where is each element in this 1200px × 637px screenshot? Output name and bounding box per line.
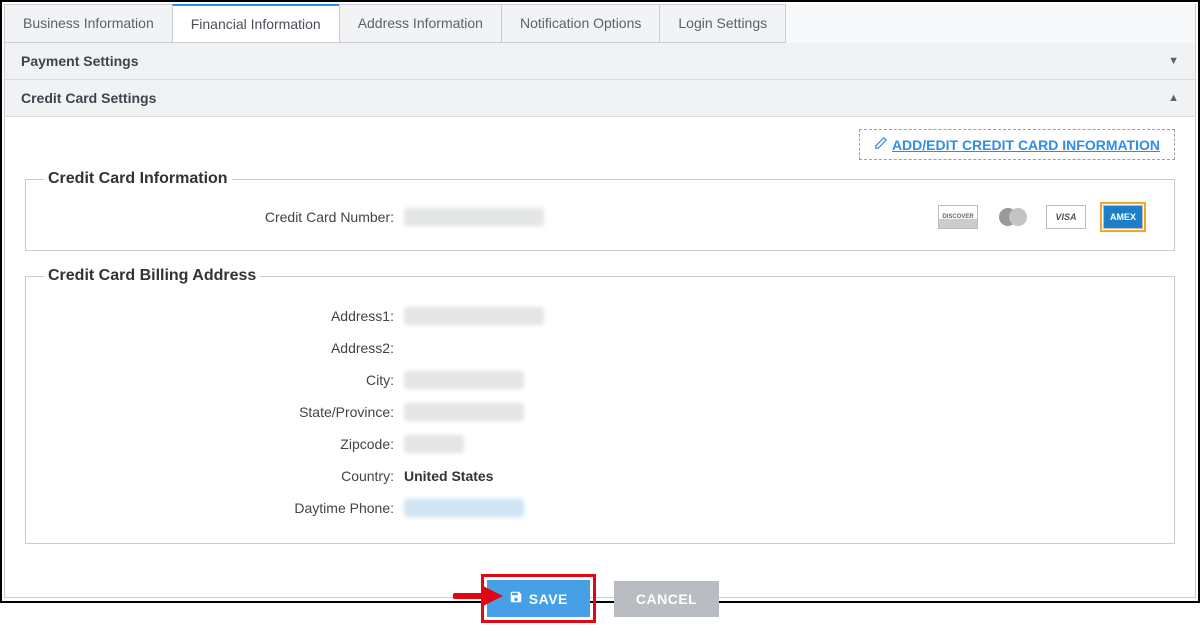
chevron-up-icon: ▲: [1168, 92, 1179, 104]
tab-financial-information[interactable]: Financial Information: [172, 4, 339, 43]
credit-card-billing-address-legend: Credit Card Billing Address: [44, 267, 260, 285]
amex-card-selected: AMEX: [1100, 202, 1146, 232]
cancel-button[interactable]: CANCEL: [614, 581, 719, 617]
accordion-credit-card-settings[interactable]: Credit Card Settings ▲: [5, 80, 1195, 117]
add-edit-credit-card-label: ADD/EDIT CREDIT CARD INFORMATION: [892, 137, 1160, 153]
credit-card-billing-address-group: Credit Card Billing Address Address1: Ad…: [25, 267, 1175, 544]
edit-icon: [874, 136, 888, 153]
address1-value: [404, 307, 544, 325]
city-label: City:: [44, 372, 404, 388]
accordion-credit-card-settings-label: Credit Card Settings: [21, 90, 156, 106]
country-value: United States: [404, 468, 493, 484]
address1-label: Address1:: [44, 308, 404, 324]
accordion-payment-settings-label: Payment Settings: [21, 53, 138, 69]
mastercard-icon: [992, 205, 1032, 229]
amex-card-icon: AMEX: [1103, 205, 1143, 229]
tab-bar: Business Information Financial Informati…: [4, 4, 1196, 43]
tab-notification-options[interactable]: Notification Options: [501, 4, 659, 43]
credit-card-number-value: [404, 208, 544, 226]
tab-business-information[interactable]: Business Information: [4, 4, 172, 43]
country-label: Country:: [44, 468, 404, 484]
discover-card-icon: DISCOVER: [938, 205, 978, 229]
action-buttons-row: SAVE CANCEL: [25, 560, 1175, 637]
chevron-down-icon: ▼: [1168, 55, 1179, 67]
daytime-phone-label: Daytime Phone:: [44, 500, 404, 516]
credit-card-information-legend: Credit Card Information: [44, 170, 232, 188]
tab-address-information[interactable]: Address Information: [339, 4, 501, 43]
zipcode-label: Zipcode:: [44, 436, 404, 452]
add-edit-credit-card-link[interactable]: ADD/EDIT CREDIT CARD INFORMATION: [859, 129, 1175, 160]
zipcode-value: [404, 435, 464, 453]
city-value: [404, 371, 524, 389]
save-button-label: SAVE: [529, 591, 568, 607]
cancel-button-label: CANCEL: [636, 591, 697, 607]
visa-card-icon: VISA: [1046, 205, 1086, 229]
daytime-phone-value: [404, 499, 524, 517]
card-brand-icons: DISCOVER VISA AMEX: [938, 202, 1156, 232]
highlight-arrow-icon: [453, 582, 505, 616]
credit-card-number-label: Credit Card Number:: [44, 209, 404, 225]
state-value: [404, 403, 524, 421]
credit-card-information-group: Credit Card Information Credit Card Numb…: [25, 170, 1175, 251]
address2-label: Address2:: [44, 340, 404, 356]
accordion-payment-settings[interactable]: Payment Settings ▼: [5, 43, 1195, 80]
tab-login-settings[interactable]: Login Settings: [659, 4, 786, 43]
save-icon: [509, 590, 523, 607]
state-label: State/Province:: [44, 404, 404, 420]
